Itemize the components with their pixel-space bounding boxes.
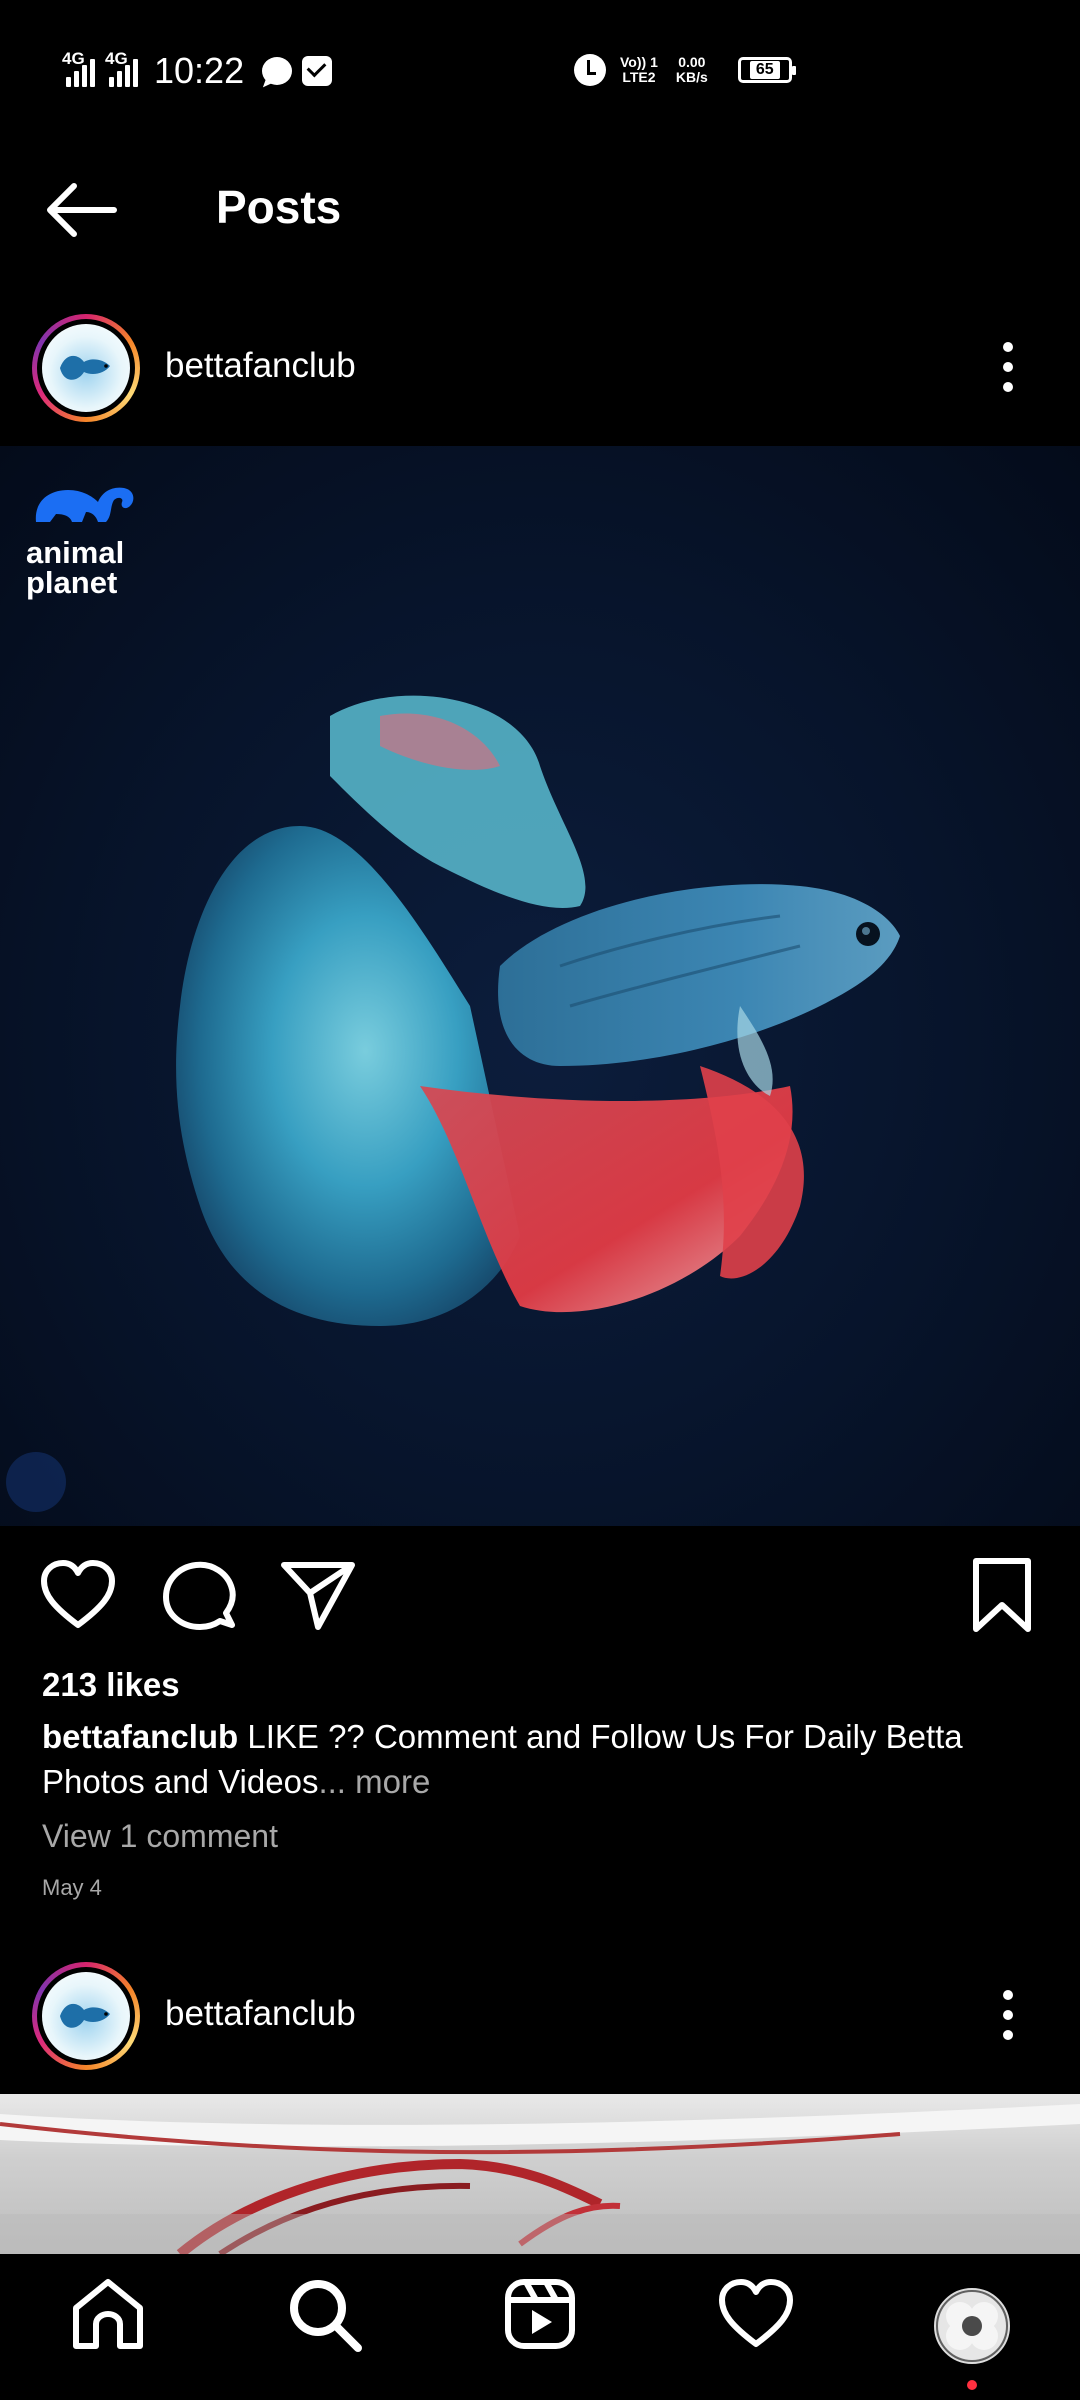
post-image[interactable]: animal planet	[0, 446, 1080, 1526]
more-icon-dot	[1003, 342, 1013, 352]
fish-fin-image	[0, 2104, 1080, 2254]
post-actions	[0, 1545, 1080, 1645]
heart-icon	[41, 1560, 115, 1628]
avatar-2	[42, 1972, 130, 2060]
back-button[interactable]	[44, 178, 124, 242]
nav-search[interactable]	[284, 2274, 364, 2354]
like-button[interactable]	[38, 1555, 118, 1635]
more-options-button[interactable]	[990, 334, 1026, 400]
status-right: Vo)) 1 LTE2 0.00 KB/s 65	[574, 54, 796, 86]
share-button[interactable]	[278, 1555, 358, 1635]
bottom-nav	[0, 2254, 1080, 2400]
comment-button[interactable]	[158, 1555, 238, 1635]
status-time: 10:22	[154, 50, 245, 91]
network-type-2: 4G	[105, 49, 128, 68]
signal-icon: 4G	[62, 49, 95, 87]
alarm-icon	[574, 54, 606, 86]
network-type-1: 4G	[62, 49, 85, 68]
more-options-button-2[interactable]	[990, 1982, 1026, 2048]
nav-reels[interactable]	[500, 2274, 580, 2354]
caption-more-link[interactable]: ... more	[318, 1763, 430, 1800]
betta-fish-image	[6, 695, 900, 1512]
likes-count[interactable]: 213 likes	[42, 1666, 180, 1704]
save-button[interactable]	[962, 1555, 1042, 1635]
post-caption: bettafanclub LIKE ?? Comment and Follow …	[42, 1714, 1042, 1804]
activity-icon	[719, 2279, 793, 2347]
status-left: 4G 4G 10:22	[62, 49, 333, 92]
battery-level: 65	[749, 61, 780, 79]
post-date: May 4	[42, 1875, 102, 1900]
reels-icon	[505, 2279, 575, 2349]
page-title: Posts	[216, 181, 342, 233]
flower-avatar-icon	[938, 2292, 1006, 2360]
story-ring[interactable]	[32, 314, 140, 422]
post-header: bettafanclub	[0, 304, 1080, 432]
signal-icon: 4G	[105, 49, 138, 87]
caption-username[interactable]: bettafanclub	[42, 1718, 238, 1755]
search-icon	[290, 2280, 362, 2352]
status-bar: 4G 4G 10:22 Vo)) 1 LTE2 0.00 KB/s 65	[0, 0, 1080, 140]
notification-dot	[967, 2380, 977, 2390]
post-username-2[interactable]: bettafanclub	[165, 1994, 356, 2034]
avatar	[42, 324, 130, 412]
network-speed: 0.00 KB/s	[675, 54, 708, 85]
fish-avatar-icon	[60, 2003, 110, 2028]
post-header-2: bettafanclub	[0, 1952, 1080, 2080]
nav-activity[interactable]	[716, 2274, 796, 2354]
share-icon	[281, 1562, 355, 1630]
fish-avatar-icon	[60, 355, 110, 380]
volte-indicator: Vo)) 1 LTE2	[620, 54, 658, 85]
mail-icon	[302, 56, 333, 86]
bookmark-icon	[973, 1558, 1031, 1632]
chat-icon	[262, 57, 293, 85]
battery-icon: 65	[737, 57, 796, 83]
home-icon	[73, 2279, 143, 2349]
profile-avatar[interactable]	[934, 2288, 1010, 2364]
post-username[interactable]: bettafanclub	[165, 346, 356, 386]
post-image-2[interactable]	[0, 2094, 1080, 2254]
top-nav: Posts	[0, 140, 1080, 280]
nav-home[interactable]	[68, 2274, 148, 2354]
view-comments-link[interactable]: View 1 comment	[42, 1818, 278, 1855]
arrow-left-icon	[47, 183, 117, 237]
story-ring-2[interactable]	[32, 1962, 140, 2070]
comment-icon	[163, 1561, 236, 1630]
